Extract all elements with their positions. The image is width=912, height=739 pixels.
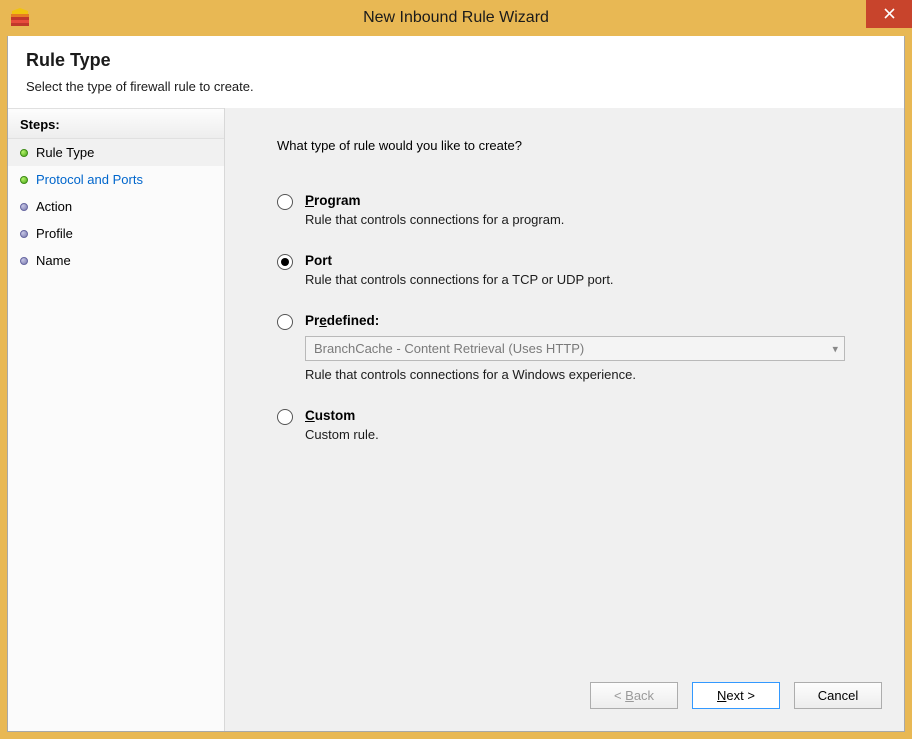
chevron-down-icon: ▾ — [832, 342, 838, 355]
radio-program[interactable] — [277, 194, 293, 210]
step-label: Rule Type — [36, 145, 94, 160]
window-title: New Inbound Rule Wizard — [363, 9, 549, 27]
option-desc: Rule that controls connections for a Win… — [305, 367, 874, 382]
cancel-button[interactable]: Cancel — [794, 682, 882, 709]
step-label: Protocol and Ports — [36, 172, 143, 187]
predefined-combo[interactable]: BranchCache - Content Retrieval (Uses HT… — [305, 336, 845, 361]
radio-port[interactable] — [277, 254, 293, 270]
next-button[interactable]: Next > — [692, 682, 780, 709]
option-desc: Rule that controls connections for a pro… — [305, 212, 874, 227]
back-button[interactable]: < Back — [590, 682, 678, 709]
step-action[interactable]: Action — [8, 193, 224, 220]
option-title: Custom — [305, 408, 874, 423]
firewall-icon — [10, 8, 30, 31]
steps-header: Steps: — [8, 108, 224, 139]
bullet-icon — [20, 149, 28, 157]
wizard-header: Rule Type Select the type of firewall ru… — [8, 36, 904, 108]
wizard-split: Steps: Rule Type Protocol and Ports Acti… — [8, 108, 904, 731]
option-desc: Rule that controls connections for a TCP… — [305, 272, 874, 287]
title-bar: New Inbound Rule Wizard — [0, 0, 912, 36]
wizard-window: New Inbound Rule Wizard Rule Type Select… — [0, 0, 912, 739]
content-panel: What type of rule would you like to crea… — [224, 108, 904, 731]
step-profile[interactable]: Profile — [8, 220, 224, 247]
bullet-icon — [20, 257, 28, 265]
close-icon — [884, 6, 895, 22]
steps-panel: Steps: Rule Type Protocol and Ports Acti… — [8, 108, 224, 731]
option-body: Predefined: BranchCache - Content Retrie… — [305, 313, 874, 382]
option-predefined: Predefined: BranchCache - Content Retrie… — [277, 313, 874, 382]
step-name[interactable]: Name — [8, 247, 224, 274]
option-title: Program — [305, 193, 874, 208]
bullet-icon — [20, 176, 28, 184]
option-custom: Custom Custom rule. — [277, 408, 874, 442]
button-row: < Back Next > Cancel — [225, 664, 904, 731]
page-title: Rule Type — [26, 50, 886, 71]
bullet-icon — [20, 230, 28, 238]
option-body: Custom Custom rule. — [305, 408, 874, 442]
step-protocol-and-ports[interactable]: Protocol and Ports — [8, 166, 224, 193]
option-port: Port Rule that controls connections for … — [277, 253, 874, 287]
option-title: Port — [305, 253, 874, 268]
question-text: What type of rule would you like to crea… — [277, 138, 874, 153]
option-desc: Custom rule. — [305, 427, 874, 442]
content-inner: What type of rule would you like to crea… — [225, 108, 904, 664]
step-label: Profile — [36, 226, 73, 241]
option-program: Program Rule that controls connections f… — [277, 193, 874, 227]
step-label: Action — [36, 199, 72, 214]
option-title: Predefined: — [305, 313, 874, 328]
option-body: Port Rule that controls connections for … — [305, 253, 874, 287]
option-body: Program Rule that controls connections f… — [305, 193, 874, 227]
step-label: Name — [36, 253, 71, 268]
step-rule-type[interactable]: Rule Type — [8, 139, 224, 166]
close-button[interactable] — [866, 0, 912, 28]
radio-custom[interactable] — [277, 409, 293, 425]
radio-predefined[interactable] — [277, 314, 293, 330]
page-subtitle: Select the type of firewall rule to crea… — [26, 79, 886, 94]
combo-value: BranchCache - Content Retrieval (Uses HT… — [314, 341, 584, 356]
wizard-body: Rule Type Select the type of firewall ru… — [7, 36, 905, 732]
bullet-icon — [20, 203, 28, 211]
